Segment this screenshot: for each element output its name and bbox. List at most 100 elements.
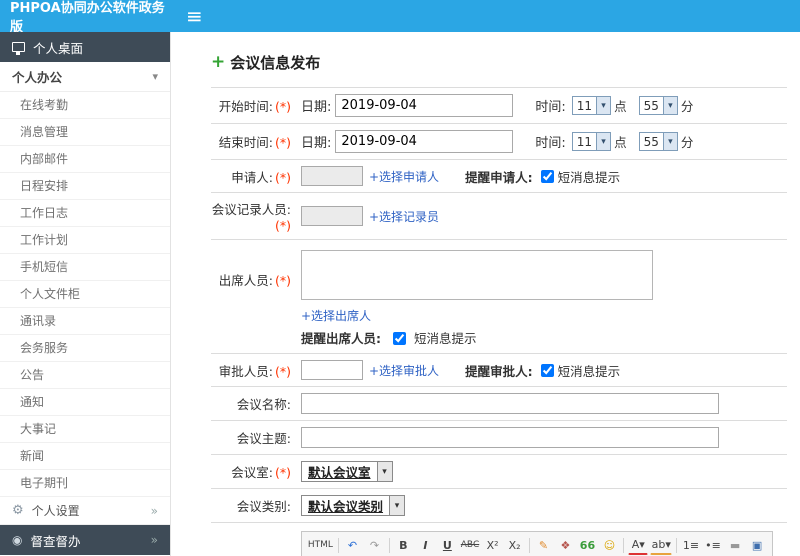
chevron-right-icon: » (150, 503, 158, 518)
sidebar-item-conference-service[interactable]: 会务服务 (0, 335, 170, 362)
date-label: 日期: (301, 100, 332, 115)
form-row-meeting-subject: 会议主题: (211, 421, 787, 455)
pick-recorder-link[interactable]: +选择记录员 (369, 208, 439, 225)
end-date-input[interactable] (335, 130, 514, 153)
meeting-category-select[interactable]: 默认会议类别 ▾ (301, 495, 406, 516)
recorder-input[interactable] (301, 206, 363, 226)
pick-applicant-link[interactable]: +选择申请人 (369, 168, 439, 185)
pick-attendees-link[interactable]: +选择出席人 (301, 309, 371, 323)
supervision-icon: ◉ (12, 533, 23, 547)
sidebar-supervision-label: 督查督办 (30, 533, 81, 549)
page-title: 会议信息发布 (230, 54, 321, 72)
form-row-meeting-name: 会议名称: (211, 387, 787, 421)
form-row-meeting-category: 会议类别: 默认会议类别 ▾ (211, 489, 787, 523)
meeting-subject-label: 会议主题: (236, 431, 291, 446)
toolbar-separator (676, 537, 678, 553)
start-time-label: 开始时间: (*) (218, 99, 291, 114)
start-date-input[interactable] (335, 94, 514, 117)
applicant-label: 申请人: (*) (231, 169, 291, 185)
superscript-icon[interactable]: X² (483, 535, 503, 555)
pick-approver-link[interactable]: +选择审批人 (369, 362, 439, 379)
form-row-end-time: 结束时间:(*) 日期: 时间: 11 ▾ 点 55 ▾ 分 (211, 124, 787, 160)
sidebar-item-personal-settings[interactable]: ⚙ 个人设置 » (0, 497, 170, 525)
fullscreen-icon[interactable]: ▣ (747, 535, 767, 555)
sidebar-item-online-attendance[interactable]: 在线考勤 (0, 92, 170, 119)
end-minute-select[interactable]: 55 ▾ (638, 132, 678, 151)
meeting-name-input[interactable] (301, 393, 719, 414)
gear-icon: ⚙ (12, 503, 24, 518)
unordered-list-icon[interactable]: •≡ (703, 535, 723, 555)
redo-icon[interactable]: ↷ (365, 535, 385, 555)
minute-unit: 分 (680, 99, 694, 114)
meeting-subject-input[interactable] (301, 427, 719, 448)
italic-icon[interactable]: I (415, 535, 435, 555)
sidebar-item-desktop[interactable]: 个人桌面 (0, 32, 170, 62)
attendees-textarea[interactable] (301, 250, 653, 300)
remind-applicant-checkbox[interactable] (540, 169, 554, 183)
applicant-input[interactable] (301, 166, 363, 186)
required-mark: (*) (274, 218, 291, 233)
sidebar-item-file-cabinet[interactable]: 个人文件柜 (0, 281, 170, 308)
approver-input[interactable] (301, 360, 363, 380)
bold-icon[interactable]: B (393, 535, 413, 555)
monitor-icon (12, 42, 25, 55)
sidebar-item-message-management[interactable]: 消息管理 (0, 119, 170, 146)
sidebar-item-notice[interactable]: 通知 (0, 389, 170, 416)
sidebar-item-news[interactable]: 新闻 (0, 443, 170, 470)
end-hour-select[interactable]: 11 ▾ (571, 132, 612, 151)
sidebar-desktop-label: 个人桌面 (33, 40, 84, 56)
start-hour-select[interactable]: 11 ▾ (571, 96, 612, 115)
form-row-recorder: 会议记录人员:(*) +选择记录员 (211, 193, 787, 240)
remind-attendees-checkbox[interactable] (392, 332, 406, 345)
font-color-icon[interactable]: A▾ (628, 535, 649, 555)
sidebar-item-internal-mail[interactable]: 内部邮件 (0, 146, 170, 173)
meeting-category-label: 会议类别: (236, 499, 291, 514)
sidebar-item-announcement[interactable]: 公告 (0, 362, 170, 389)
toolbar-separator (623, 537, 625, 553)
meeting-form: 开始时间:(*) 日期: 时间: 11 ▾ 点 55 ▾ 分 (211, 87, 787, 556)
form-row-approver: 审批人员: (*) +选择审批人 提醒审批人: 短消息提示 (211, 354, 787, 387)
sidebar-item-e-journal[interactable]: 电子期刊 (0, 470, 170, 497)
chevron-down-icon: ▾ (596, 97, 611, 114)
html-source-icon[interactable]: HTML (307, 535, 334, 555)
meeting-room-select[interactable]: 默认会议室 ▾ (301, 461, 393, 482)
hour-unit: 点 (614, 135, 627, 150)
remind-applicant-label: 提醒申请人: (465, 169, 533, 185)
recorder-label: 会议记录人员:(*) (211, 202, 291, 233)
hour-unit: 点 (614, 99, 627, 114)
start-minute-select[interactable]: 55 ▾ (638, 96, 678, 115)
strikethrough-icon[interactable]: ABC (459, 535, 480, 555)
add-icon: + (211, 52, 226, 72)
subscript-icon[interactable]: X₂ (505, 535, 525, 555)
minute-unit: 分 (680, 135, 694, 150)
form-row-meeting-room: 会议室: (*) 默认会议室 ▾ (211, 455, 787, 489)
toolbar-separator (388, 537, 390, 553)
remind-approver-label: 提醒审批人: (465, 363, 533, 379)
sidebar-item-contacts[interactable]: 通讯录 (0, 308, 170, 335)
required-mark: (*) (274, 135, 291, 150)
sidebar-item-sms[interactable]: 手机短信 (0, 254, 170, 281)
highlight-color-icon[interactable]: ab▾ (650, 535, 673, 555)
undo-icon[interactable]: ↶ (343, 535, 363, 555)
format-brush-icon[interactable]: ✎ (533, 535, 553, 555)
end-time-label: 结束时间: (*) (218, 135, 291, 150)
emoticon-icon[interactable]: ☺ (599, 535, 619, 555)
required-mark: (*) (274, 273, 291, 288)
attendees-label: 出席人员: (*) (218, 273, 291, 288)
sidebar-group-personal-office[interactable]: 个人办公 ▾ (0, 62, 170, 92)
sidebar-item-work-plan[interactable]: 工作计划 (0, 227, 170, 254)
sidebar-item-work-log[interactable]: 工作日志 (0, 200, 170, 227)
sidebar-item-schedule[interactable]: 日程安排 (0, 173, 170, 200)
hamburger-menu-icon[interactable]: ≡ (172, 6, 217, 26)
main-content: + 会议信息发布 开始时间:(*) 日期: 时间: 11 ▾ 点 (171, 32, 800, 556)
toolbar-separator (528, 537, 530, 553)
sidebar-item-events[interactable]: 大事记 (0, 416, 170, 443)
palette-icon[interactable]: ❖ (555, 535, 575, 555)
remind-attendees-label: 提醒出席人员: (301, 331, 381, 346)
ordered-list-icon[interactable]: 1≡ (681, 535, 701, 555)
underline-icon[interactable]: U (437, 535, 457, 555)
sidebar-item-supervision[interactable]: ◉ 督查督办 » (0, 525, 170, 555)
page-break-icon[interactable]: ▬ (725, 535, 745, 555)
remind-approver-checkbox[interactable] (540, 363, 554, 377)
blockquote-icon[interactable]: 66 (577, 535, 597, 555)
